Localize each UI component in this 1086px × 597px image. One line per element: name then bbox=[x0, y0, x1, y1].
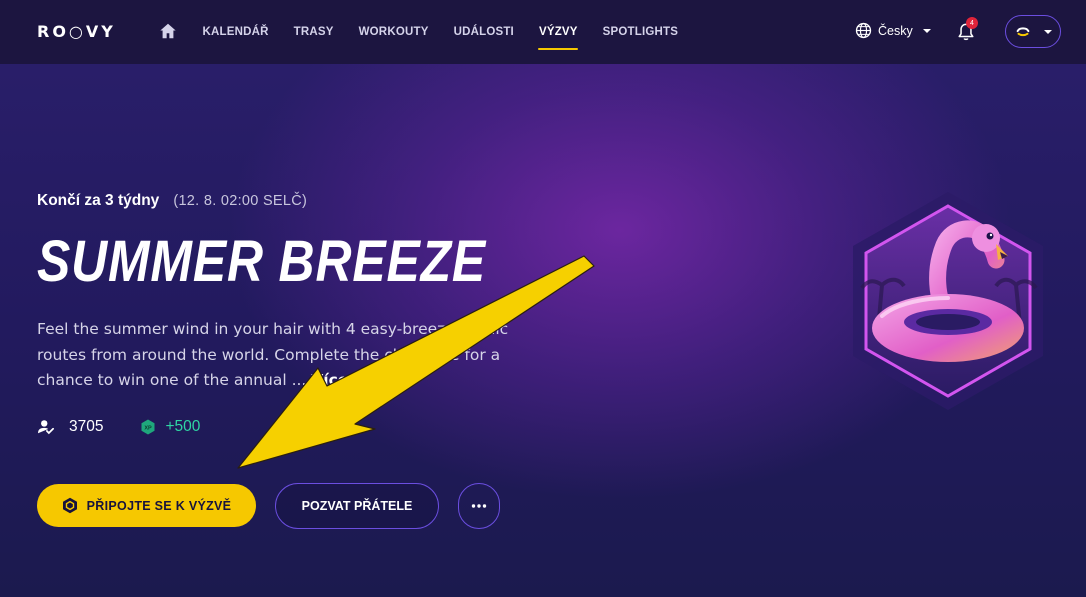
ends-in-label: Končí za 3 týdny bbox=[37, 192, 160, 209]
svg-text:XP: XP bbox=[145, 425, 153, 431]
nav-item-udalosti[interactable]: UDÁLOSTI bbox=[441, 0, 526, 64]
challenge-badge-image bbox=[853, 192, 1043, 410]
chevron-down-icon bbox=[922, 28, 931, 33]
hexagon-icon bbox=[62, 497, 77, 514]
invite-friends-label: POZVAT PŘÁTELE bbox=[301, 499, 413, 513]
home-icon[interactable] bbox=[159, 22, 177, 40]
xp-reward: XP +500 bbox=[141, 418, 200, 436]
main-nav: KALENDÁŘ TRASY WORKOUTY UDÁLOSTI VÝZVY S… bbox=[190, 0, 691, 64]
participants-icon bbox=[38, 420, 54, 435]
participants-count: 3705 bbox=[69, 418, 104, 435]
rouvy-logo[interactable]: RO○VY bbox=[37, 22, 116, 41]
challenge-description: Feel the summer wind in your hair with 4… bbox=[37, 317, 557, 395]
description-text: Feel the summer wind in your hair with 4… bbox=[37, 320, 509, 389]
chevron-down-icon[interactable]: ⌄ bbox=[353, 375, 362, 388]
xp-icon: XP bbox=[141, 419, 155, 435]
join-challenge-label: PŘIPOJTE SE K VÝZVĚ bbox=[86, 498, 232, 513]
participants-stat: 3705 bbox=[37, 418, 103, 436]
globe-icon bbox=[855, 22, 872, 39]
notification-badge: 4 bbox=[966, 17, 978, 29]
invite-friends-button[interactable]: POZVAT PŘÁTELE bbox=[275, 483, 439, 529]
ends-date-label: (12. 8. 02:00 SELČ) bbox=[173, 193, 308, 209]
more-dots-icon bbox=[471, 504, 487, 508]
nav-item-spotlights[interactable]: SPOTLIGHTS bbox=[590, 0, 690, 64]
chevron-down-icon bbox=[1044, 29, 1052, 34]
top-navigation: RO○VY KALENDÁŘ TRASY WORKOUTY UDÁLOSTI V… bbox=[0, 0, 1086, 64]
user-menu-button[interactable] bbox=[1005, 15, 1061, 48]
nav-item-kalendar[interactable]: KALENDÁŘ bbox=[190, 0, 281, 64]
nav-item-workouty[interactable]: WORKOUTY bbox=[346, 0, 441, 64]
xp-value: +500 bbox=[165, 418, 201, 435]
challenge-stats: 3705 XP +500 bbox=[37, 418, 200, 436]
more-link[interactable]: Více bbox=[311, 371, 348, 389]
more-options-button[interactable] bbox=[458, 483, 500, 529]
join-challenge-button[interactable]: PŘIPOJTE SE K VÝZVĚ bbox=[37, 484, 256, 527]
user-avatar-icon bbox=[1014, 23, 1032, 40]
challenge-title: SUMMER BREEZE bbox=[37, 229, 487, 294]
challenge-deadline: Končí za 3 týdny (12. 8. 02:00 SELČ) bbox=[37, 192, 307, 210]
nav-item-vyzvy[interactable]: VÝZVY bbox=[526, 0, 590, 64]
language-label: Česky bbox=[878, 23, 913, 38]
language-selector[interactable]: Česky bbox=[855, 22, 931, 39]
nav-item-trasy[interactable]: TRASY bbox=[281, 0, 346, 64]
